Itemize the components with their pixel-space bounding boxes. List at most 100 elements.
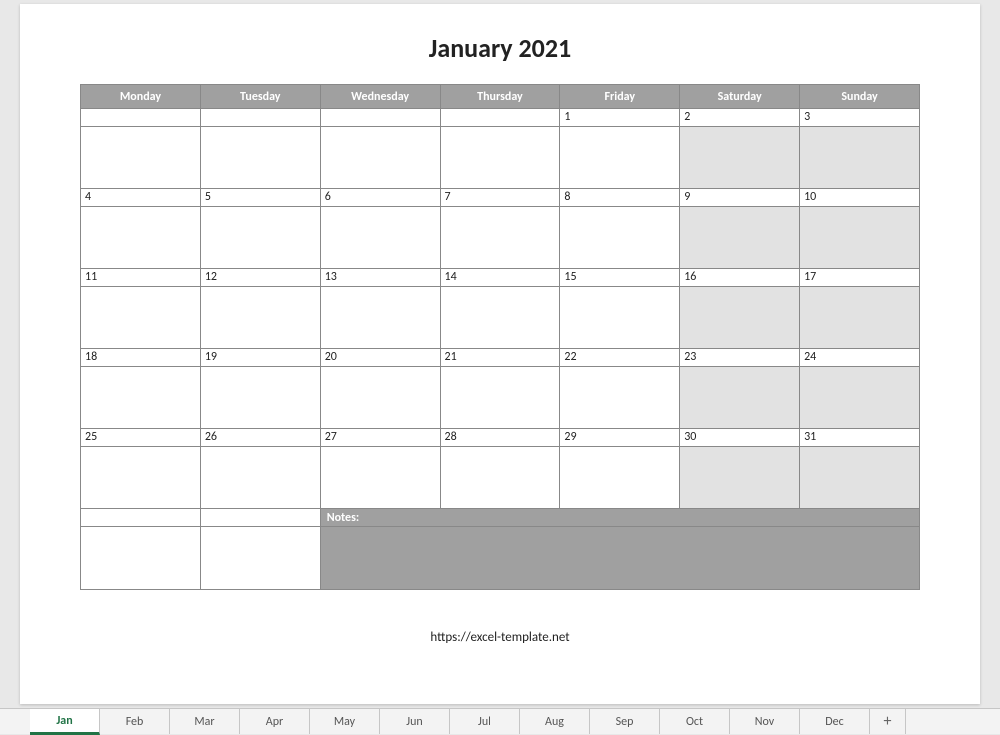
day-number: 12: [201, 269, 320, 287]
day-cell[interactable]: 11: [81, 269, 201, 349]
weekday-header: Friday: [560, 85, 680, 109]
day-cell[interactable]: 19: [200, 349, 320, 429]
sheet-tab-aug[interactable]: Aug: [520, 709, 590, 734]
sheet-tab-dec[interactable]: Dec: [800, 709, 870, 734]
footer-link[interactable]: https://excel-template.net: [80, 630, 920, 645]
document-page: January 2021 MondayTuesdayWednesdayThurs…: [20, 4, 980, 704]
day-cell[interactable]: 16: [680, 269, 800, 349]
day-cell[interactable]: 31: [800, 429, 920, 509]
sheet-tab-sep[interactable]: Sep: [590, 709, 660, 734]
day-cell[interactable]: 26: [200, 429, 320, 509]
day-cell[interactable]: 22: [560, 349, 680, 429]
day-cell[interactable]: 6: [320, 189, 440, 269]
day-cell[interactable]: 2: [680, 109, 800, 189]
sheet-tab-jul[interactable]: Jul: [450, 709, 520, 734]
day-number: 2: [680, 109, 799, 127]
weekday-header: Thursday: [440, 85, 560, 109]
day-number: 23: [680, 349, 799, 367]
day-number: 8: [560, 189, 679, 207]
sheet-tab-mar[interactable]: Mar: [170, 709, 240, 734]
sheet-tab-may[interactable]: May: [310, 709, 380, 734]
sheet-tab-apr[interactable]: Apr: [240, 709, 310, 734]
day-number: [201, 109, 320, 127]
add-sheet-button[interactable]: +: [870, 709, 906, 734]
day-number: 25: [81, 429, 200, 447]
day-number: 13: [321, 269, 440, 287]
weekday-header: Sunday: [800, 85, 920, 109]
weekday-header: Tuesday: [200, 85, 320, 109]
sheet-tab-oct[interactable]: Oct: [660, 709, 730, 734]
day-number: [321, 109, 440, 127]
notes-body[interactable]: [321, 527, 919, 589]
day-cell[interactable]: 20: [320, 349, 440, 429]
day-number: 14: [441, 269, 560, 287]
sheet-tab-jun[interactable]: Jun: [380, 709, 450, 734]
day-cell[interactable]: 18: [81, 349, 201, 429]
calendar-title: January 2021: [80, 32, 920, 64]
day-number: 19: [201, 349, 320, 367]
day-cell[interactable]: [81, 109, 201, 189]
day-number: [81, 109, 200, 127]
sheet-tab-nov[interactable]: Nov: [730, 709, 800, 734]
day-number: 15: [560, 269, 679, 287]
weekday-header: Saturday: [680, 85, 800, 109]
day-number: 6: [321, 189, 440, 207]
weekday-header: Wednesday: [320, 85, 440, 109]
blank-cell: [200, 509, 320, 590]
day-number: 16: [680, 269, 799, 287]
day-number: 18: [81, 349, 200, 367]
day-cell[interactable]: 13: [320, 269, 440, 349]
sheet-tab-feb[interactable]: Feb: [100, 709, 170, 734]
day-number: 21: [441, 349, 560, 367]
day-cell[interactable]: 12: [200, 269, 320, 349]
day-number: 9: [680, 189, 799, 207]
day-number: 17: [800, 269, 919, 287]
day-number: 4: [81, 189, 200, 207]
day-number: 30: [680, 429, 799, 447]
day-cell[interactable]: 23: [680, 349, 800, 429]
day-number: 11: [81, 269, 200, 287]
blank-cell: [81, 509, 201, 590]
sheet-tab-jan[interactable]: Jan: [30, 709, 100, 735]
weekday-header: Monday: [81, 85, 201, 109]
day-cell[interactable]: 5: [200, 189, 320, 269]
day-number: 7: [441, 189, 560, 207]
day-cell[interactable]: 9: [680, 189, 800, 269]
day-cell[interactable]: 7: [440, 189, 560, 269]
day-cell[interactable]: [440, 109, 560, 189]
day-number: 1: [560, 109, 679, 127]
day-cell[interactable]: 10: [800, 189, 920, 269]
day-cell[interactable]: 24: [800, 349, 920, 429]
day-cell[interactable]: 21: [440, 349, 560, 429]
calendar-table: MondayTuesdayWednesdayThursdayFridaySatu…: [80, 84, 920, 590]
day-cell[interactable]: [200, 109, 320, 189]
day-cell[interactable]: 28: [440, 429, 560, 509]
day-number: 31: [800, 429, 919, 447]
day-cell[interactable]: 29: [560, 429, 680, 509]
day-cell[interactable]: 25: [81, 429, 201, 509]
day-number: 24: [800, 349, 919, 367]
notes-label: Notes:: [321, 509, 919, 527]
day-cell[interactable]: 8: [560, 189, 680, 269]
day-number: 3: [800, 109, 919, 127]
day-cell[interactable]: [320, 109, 440, 189]
day-number: 28: [441, 429, 560, 447]
day-cell[interactable]: 17: [800, 269, 920, 349]
day-cell[interactable]: 4: [81, 189, 201, 269]
day-number: 26: [201, 429, 320, 447]
day-cell[interactable]: 1: [560, 109, 680, 189]
day-cell[interactable]: 27: [320, 429, 440, 509]
day-number: 27: [321, 429, 440, 447]
day-number: [441, 109, 560, 127]
day-cell[interactable]: 3: [800, 109, 920, 189]
day-cell[interactable]: 30: [680, 429, 800, 509]
day-number: 29: [560, 429, 679, 447]
day-number: 20: [321, 349, 440, 367]
day-cell[interactable]: 15: [560, 269, 680, 349]
day-number: 10: [800, 189, 919, 207]
day-cell[interactable]: 14: [440, 269, 560, 349]
day-number: 5: [201, 189, 320, 207]
notes-cell[interactable]: Notes:: [320, 509, 919, 590]
day-number: 22: [560, 349, 679, 367]
sheet-tabs: JanFebMarAprMayJunJulAugSepOctNovDec+: [0, 708, 1000, 734]
